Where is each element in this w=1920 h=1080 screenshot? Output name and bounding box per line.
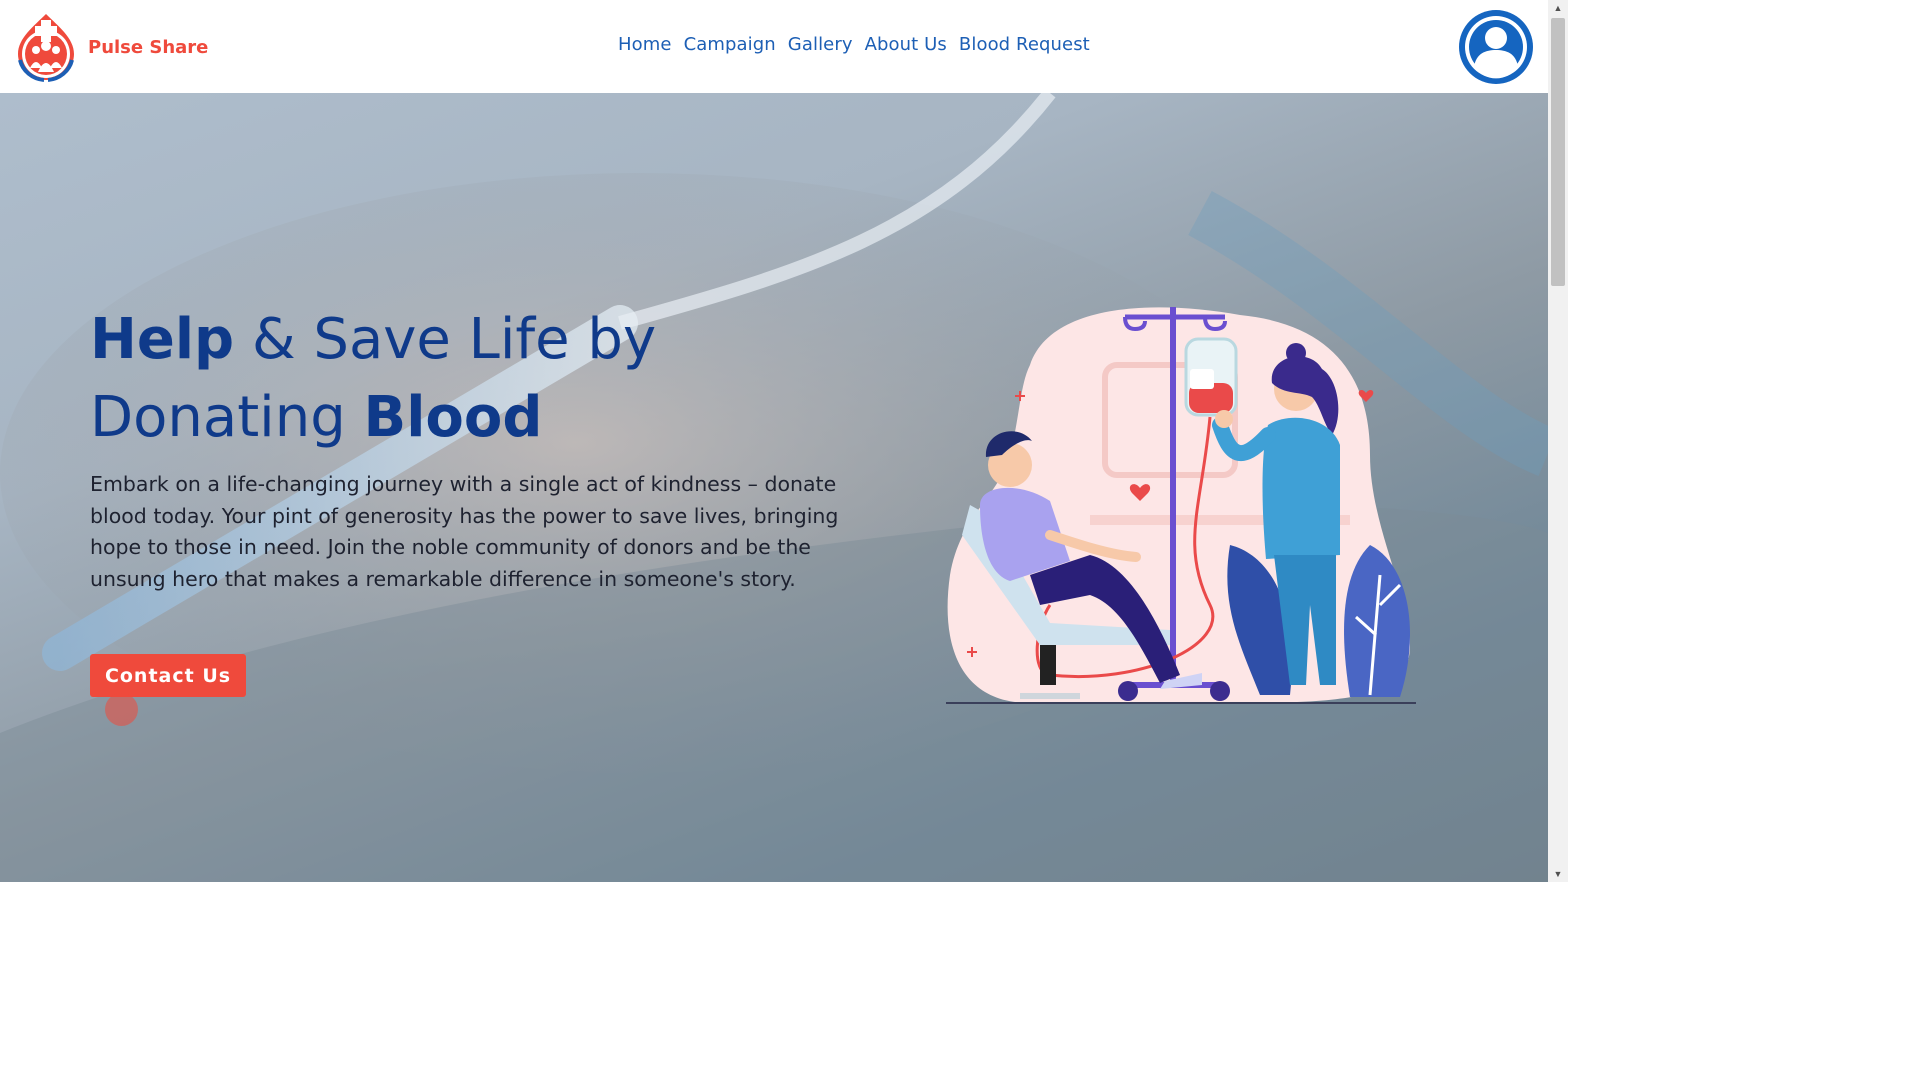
user-avatar-icon[interactable] — [1458, 9, 1534, 85]
hero-description: Embark on a life-changing journey with a… — [90, 472, 839, 591]
cursor-indicator — [105, 693, 138, 726]
hero-title-part-2: Donating — [90, 385, 364, 450]
blood-donation-illustration — [946, 307, 1416, 704]
scroll-down-arrow-icon[interactable]: ▼ — [1548, 866, 1568, 882]
scrollbar-thumb[interactable] — [1551, 18, 1565, 286]
page-scrollbar[interactable]: ▲ ▼ — [1548, 0, 1568, 882]
nav-about-us[interactable]: About Us — [865, 34, 947, 55]
main-nav: Home Campaign Gallery About Us Blood Req… — [618, 34, 1090, 55]
scroll-up-arrow-icon[interactable]: ▲ — [1548, 0, 1568, 16]
hero-title-bold-help: Help — [90, 307, 235, 372]
hero-title: Help & Save Life by Donating Blood — [90, 301, 730, 457]
brand-name: Pulse Share — [88, 36, 209, 58]
contact-us-button[interactable]: Contact Us — [90, 654, 246, 697]
nav-campaign[interactable]: Campaign — [684, 34, 776, 55]
hero-section: Help & Save Life by Donating Blood Embark… — [0, 93, 1548, 882]
hero-title-part-1: & Save Life by — [234, 307, 657, 372]
nav-home[interactable]: Home — [618, 34, 672, 55]
hero-title-bold-blood: Blood — [363, 385, 543, 450]
top-navbar: Pulse Share Home Campaign Gallery About … — [0, 0, 1548, 93]
nav-blood-request[interactable]: Blood Request — [959, 34, 1090, 55]
nav-gallery[interactable]: Gallery — [788, 34, 853, 55]
brand-logo-link[interactable]: Pulse Share — [14, 12, 208, 82]
pulse-share-logo-icon — [18, 14, 74, 82]
